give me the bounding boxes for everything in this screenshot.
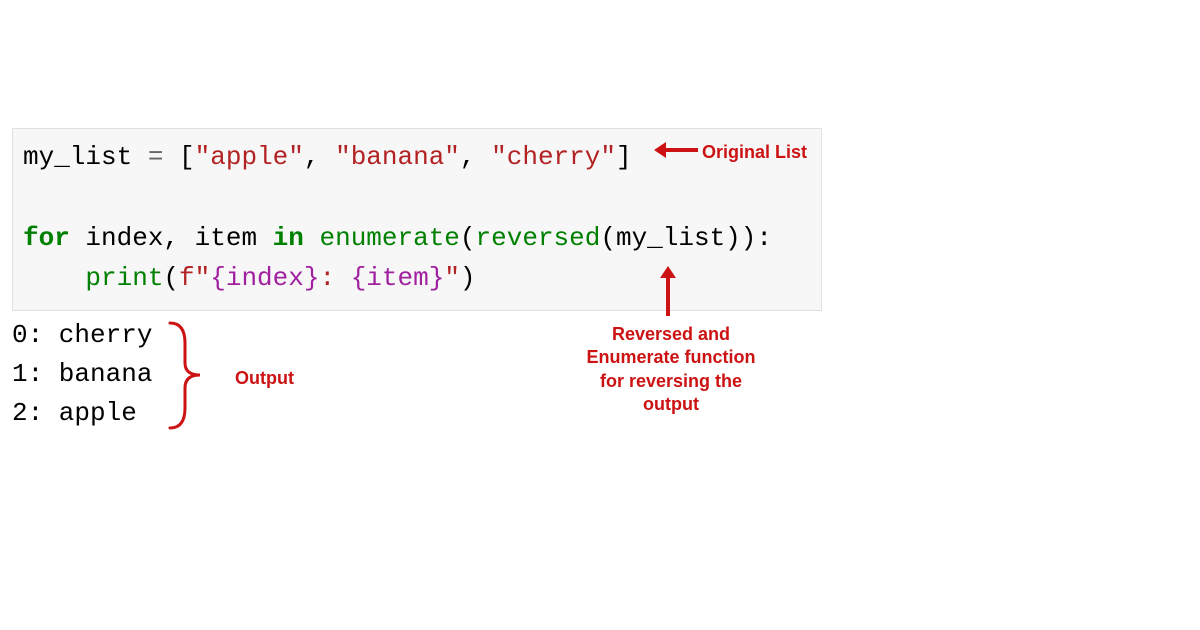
loop-vars: index, item — [70, 223, 273, 253]
in-keyword: in — [273, 223, 304, 253]
output-block: 0: cherry 1: banana 2: apple — [12, 316, 152, 433]
comma: , — [460, 142, 491, 172]
output-line-0: 0: cherry — [12, 316, 152, 355]
colon-text: : — [319, 263, 350, 293]
interp-item: {item} — [351, 263, 445, 293]
paren-open: ( — [163, 263, 179, 293]
output-line-1: 1: banana — [12, 355, 152, 394]
fstring-prefix: f" — [179, 263, 210, 293]
enumerate-fn: enumerate — [319, 223, 459, 253]
comma: , — [304, 142, 335, 172]
code-line-3: for index, item in enumerate(reversed(my… — [23, 218, 811, 258]
space — [304, 223, 320, 253]
brace-icon — [165, 318, 215, 433]
output-line-2: 2: apple — [12, 394, 152, 433]
bracket-close: ] — [616, 142, 632, 172]
annotation-output: Output — [235, 367, 294, 390]
string-banana: "banana" — [335, 142, 460, 172]
paren-close: ) — [460, 263, 476, 293]
for-keyword: for — [23, 223, 70, 253]
bracket-open: [ — [179, 142, 195, 172]
paren-open: ( — [460, 223, 476, 253]
code-block: my_list = ["apple", "banana", "cherry"] … — [12, 128, 822, 311]
annotation-original-list: Original List — [702, 141, 807, 164]
string-apple: "apple" — [195, 142, 304, 172]
call-arg: (my_list)): — [600, 223, 772, 253]
annotation-reversed: Reversed and Enumerate function for reve… — [576, 323, 766, 417]
reversed-fn: reversed — [476, 223, 601, 253]
arrow-up-icon — [660, 266, 676, 316]
arrow-left-icon — [654, 142, 698, 158]
equals-op: = — [148, 142, 179, 172]
code-blank-line — [23, 177, 811, 217]
var-name: my_list — [23, 142, 148, 172]
interp-index: {index} — [210, 263, 319, 293]
code-line-4: print(f"{index}: {item}") — [23, 258, 811, 298]
fstring-end: " — [444, 263, 460, 293]
string-cherry: "cherry" — [491, 142, 616, 172]
print-fn: print — [85, 263, 163, 293]
